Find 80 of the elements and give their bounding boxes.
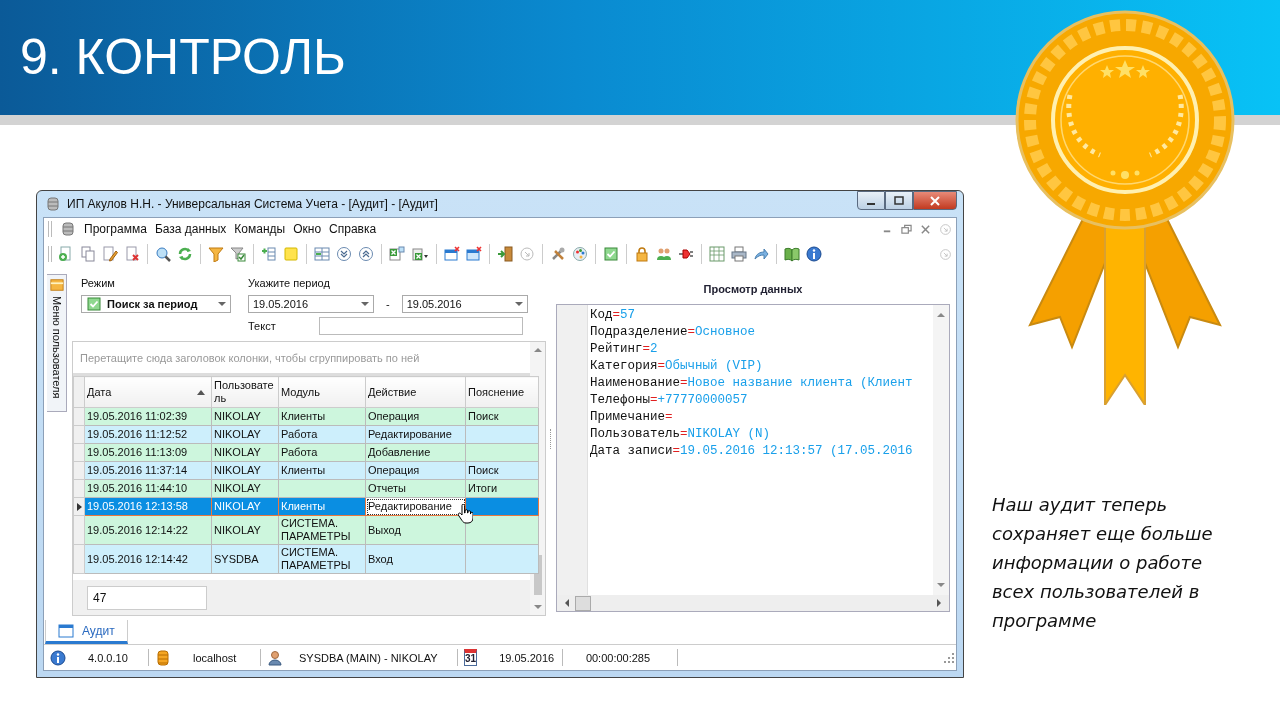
table-cell: NIKOLAY bbox=[214, 410, 261, 422]
table-cell: 19.05.2016 11:12:52 bbox=[87, 428, 188, 440]
table-cell: NIKOLAY bbox=[214, 482, 261, 494]
table-cell: Добавление bbox=[368, 446, 431, 458]
data-line: Пользователь=NIKOLAY (N) bbox=[590, 426, 772, 443]
table-cell: 19.05.2016 12:13:58 bbox=[87, 500, 188, 512]
data-line: Наименование=Новое название клиента (Клиент bbox=[590, 375, 914, 392]
column-header[interactable]: Дата bbox=[84, 376, 212, 408]
date-value: 19.05.2016 bbox=[253, 298, 309, 310]
menu-item[interactable]: Окно bbox=[293, 222, 322, 236]
field-label: Режим bbox=[81, 277, 116, 291]
window-title: ИП Акулов Н.Н. - Универсальная Система Учета - [Аудит] - [Аудит] bbox=[67, 197, 438, 211]
table-cell: Работа bbox=[281, 446, 318, 458]
column-header[interactable]: Пояснение bbox=[465, 376, 539, 408]
user-text: SYSDBA (MAIN) - NIKOLAY bbox=[299, 651, 438, 664]
menu-item[interactable]: База данных bbox=[154, 222, 227, 236]
table-cell: NIKOLAY bbox=[214, 523, 261, 536]
table-cell: Редактирование bbox=[368, 500, 452, 512]
slide-caption: Наш аудит теперь сохраняет еще больше информации о работе всех пользователей в программе bbox=[992, 493, 1214, 633]
field-label: Текст bbox=[248, 320, 277, 332]
table-cell: NIKOLAY bbox=[214, 500, 261, 512]
table-cell: Клиенты bbox=[281, 464, 326, 476]
field-label: Укажите период bbox=[248, 277, 331, 291]
column-header[interactable]: Модуль bbox=[278, 376, 366, 408]
menu-item[interactable]: Справка bbox=[329, 222, 377, 236]
table-cell: SYSDBA bbox=[214, 552, 259, 565]
table-cell: NIKOLAY bbox=[214, 464, 261, 476]
table-row[interactable]: 19.05.2016 12:14:42 SYSDBA СИСТЕМА. ПАРАМЕТРЫ Вход bbox=[73, 544, 539, 574]
table-cell: Выход bbox=[368, 523, 401, 536]
table-cell: Редактирование bbox=[368, 428, 452, 440]
table-row[interactable]: 19.05.2016 12:14:22 NIKOLAY СИСТЕМА. ПАРАМЕТРЫ Выход bbox=[73, 515, 539, 545]
version-text: 4.0.0.10 bbox=[88, 651, 128, 664]
tab[interactable]: Аудит bbox=[45, 620, 128, 644]
table-cell: Клиенты bbox=[281, 500, 326, 512]
table-cell: Операция bbox=[368, 464, 420, 476]
data-line: Категория=Обычный (VIP) bbox=[590, 358, 764, 375]
table-cell: NIKOLAY bbox=[214, 446, 261, 458]
table-cell: Клиенты bbox=[281, 410, 326, 422]
mode-dropdown[interactable]: Поиск за период bbox=[81, 295, 231, 313]
data-line: Подразделение=Основное bbox=[590, 324, 757, 341]
date-dropdown[interactable]: 19.05.2016 bbox=[248, 295, 374, 313]
table-cell: Итоги bbox=[468, 482, 498, 494]
side-tab[interactable]: Меню пользователя bbox=[47, 274, 67, 412]
table-cell: Поиск bbox=[468, 464, 499, 476]
table-cell: NIKOLAY bbox=[214, 428, 261, 440]
table-cell: 19.05.2016 11:13:09 bbox=[87, 446, 188, 458]
column-header[interactable]: Действие bbox=[365, 376, 466, 408]
date-value: 19.05.2016 bbox=[406, 298, 462, 310]
side-tab-label: Меню пользователя bbox=[50, 296, 63, 399]
menu-item[interactable]: Программа bbox=[84, 222, 147, 236]
table-cell: 19.05.2016 11:02:39 bbox=[87, 410, 188, 422]
elapsed-time: 00:00:00:285 bbox=[585, 651, 651, 664]
range-dash: - bbox=[386, 298, 390, 310]
table-cell: Поиск bbox=[468, 410, 499, 422]
count-field: 47 bbox=[87, 585, 207, 610]
data-line: Дата записи=19.05.2016 12:13:57 (17.05.2016 bbox=[590, 443, 914, 460]
data-line: Телефоны=+77770000057 bbox=[590, 392, 749, 409]
table-cell: 19.05.2016 12:14:22 bbox=[87, 523, 188, 536]
panel-title: Просмотр данных bbox=[702, 282, 804, 297]
table-cell: Отчеты bbox=[368, 482, 407, 494]
host-text: localhost bbox=[193, 651, 237, 664]
data-line: Код=57 bbox=[590, 307, 637, 324]
column-header[interactable]: Пользователь bbox=[211, 376, 279, 408]
table-cell: Операция bbox=[368, 410, 420, 422]
date-dropdown[interactable]: 19.05.2016 bbox=[401, 295, 528, 313]
slide-title: 9. КОНТРОЛЬ bbox=[20, 27, 346, 86]
table-cell: СИСТЕМА. ПАРАМЕТРЫ bbox=[281, 546, 351, 571]
table-cell: 19.05.2016 11:44:10 bbox=[87, 482, 188, 494]
calendar-icon: 31 bbox=[464, 649, 478, 666]
data-line: Примечание= bbox=[590, 409, 674, 426]
dropdown-value: Поиск за период bbox=[107, 298, 198, 310]
table-cell: 19.05.2016 12:14:42 bbox=[87, 552, 188, 565]
table-cell: 19.05.2016 11:37:14 bbox=[87, 464, 188, 476]
table-cell: Вход bbox=[368, 552, 393, 565]
group-panel-hint: Перетащите сюда заголовок колонки, чтобы сгруппировать по ней bbox=[73, 342, 530, 376]
table-cell: Работа bbox=[281, 428, 318, 440]
date-text: 19.05.2016 bbox=[499, 651, 555, 664]
data-line: Рейтинг=2 bbox=[590, 341, 659, 358]
menu-item[interactable]: Команды bbox=[234, 222, 286, 236]
table-cell: СИСТЕМА. ПАРАМЕТРЫ bbox=[281, 517, 351, 542]
